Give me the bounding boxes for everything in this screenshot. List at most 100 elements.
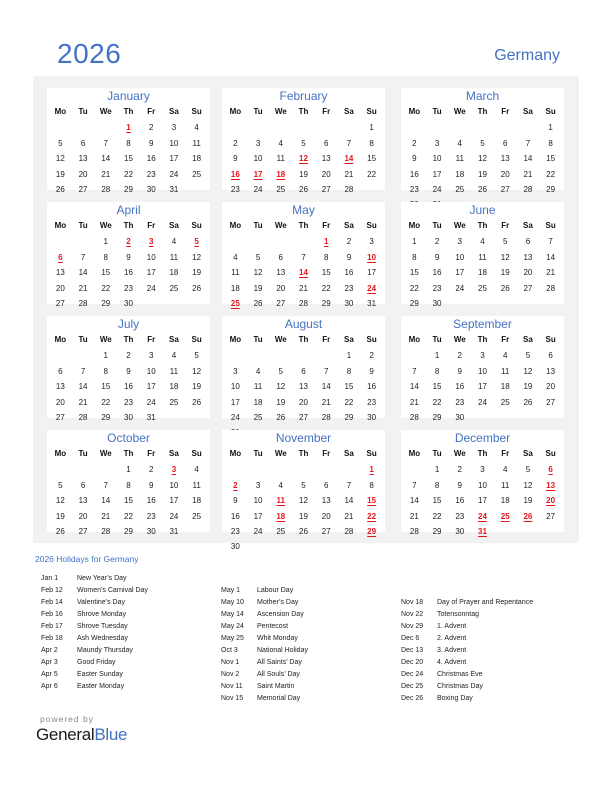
holiday-date: Nov 2 <box>221 671 240 678</box>
day-cell: 30 <box>432 298 442 308</box>
month-grid: Mo Tu We Th Fr Sa Su 1 2 3 4 5 6 7 8 9 10 11 12 13 14 15 16 17 1… <box>403 333 562 425</box>
day-cell: 15 <box>432 382 442 392</box>
day-cell: 20 <box>321 511 331 521</box>
holiday-name: 2. Advent <box>437 635 467 642</box>
holiday-date: Nov 29 <box>401 623 424 630</box>
holiday-row: Apr 5 Easter Sunday <box>41 669 148 681</box>
day-cell: 8 <box>103 252 108 262</box>
holiday-row: Apr 3 Good Friday <box>41 657 148 669</box>
day-cell: 16 <box>146 154 156 164</box>
weekday-header: Tu <box>253 107 263 116</box>
empty-day-cell <box>471 120 494 135</box>
day-cell: 22 <box>101 397 111 407</box>
day-cell: 24 <box>478 397 487 407</box>
weekday-header: Th <box>298 335 309 344</box>
day-cell: 21 <box>344 511 354 521</box>
day-cell: 16 <box>455 496 465 506</box>
weekday-header: Th <box>477 449 488 458</box>
empty-day-cell <box>224 348 247 363</box>
month-title: November <box>275 431 332 445</box>
day-cell: 23 <box>230 184 240 194</box>
day-cell: 9 <box>457 366 462 376</box>
day-cell: 30 <box>455 412 465 422</box>
day-cell: 12 <box>478 154 487 164</box>
weekday-header: Su <box>545 449 556 458</box>
day-cell: 19 <box>299 169 308 179</box>
day-cell: 20 <box>546 382 556 392</box>
day-cell: 13 <box>55 382 65 392</box>
holiday-row: Nov 29 1. Advent <box>401 621 533 633</box>
weekday-header: Tu <box>253 335 263 344</box>
day-cell: 24 <box>432 184 442 194</box>
day-cell: 21 <box>344 169 354 179</box>
day-cell: 28 <box>523 184 533 194</box>
day-cell: 14 <box>101 496 111 506</box>
day-cell: 13 <box>546 366 556 376</box>
holiday-date: Nov 18 <box>401 599 424 606</box>
day-cell: 12 <box>55 154 65 164</box>
day-cell: 14 <box>409 382 419 392</box>
day-cell: 4 <box>502 465 508 475</box>
day-cell: 15 <box>124 496 133 506</box>
holiday-name: 4. Advent <box>437 659 467 666</box>
holiday-date: Nov 22 <box>401 611 424 618</box>
holiday-day-cell: 14 <box>344 154 354 164</box>
day-cell: 18 <box>192 496 202 506</box>
weekday-header: Tu <box>78 449 88 458</box>
holiday-row: Jan 1 New Year’s Day <box>41 573 148 585</box>
holiday-row: May 1 Labour Day <box>221 585 308 597</box>
month-title: September <box>453 317 512 331</box>
weekday-header: Sa <box>523 449 533 458</box>
weekday-header: Sa <box>344 107 354 116</box>
day-cell: 4 <box>171 351 177 361</box>
weekday-header: Sa <box>169 449 179 458</box>
day-cell: 5 <box>502 237 508 247</box>
day-cell: 27 <box>78 184 88 194</box>
month-september: September Mo Tu We Th Fr Sa Su 1 2 3 4 5 6 7 8 9 10 11 12 13… <box>401 316 564 422</box>
day-cell: 16 <box>455 382 465 392</box>
weekday-header: Fr <box>147 221 156 230</box>
month-grid: Mo Tu We Th Fr Sa Su 1 2 3 4 5 6 7 8 9 10 11 12 13 14 15 16 17 1… <box>49 333 208 425</box>
day-cell: 30 <box>146 184 156 194</box>
day-cell: 27 <box>500 184 510 194</box>
day-cell: 22 <box>321 283 331 293</box>
empty-day-cell <box>403 120 426 135</box>
day-cell: 10 <box>478 480 487 490</box>
weekday-header: Sa <box>523 221 533 230</box>
day-cell: 2 <box>233 138 238 148</box>
day-cell: 30 <box>344 298 354 308</box>
day-cell: 9 <box>369 366 374 376</box>
day-cell: 11 <box>169 252 179 262</box>
weekday-header: Mo <box>229 107 242 116</box>
day-cell: 1 <box>369 123 374 133</box>
day-cell: 15 <box>546 154 556 164</box>
holiday-day-cell: 17 <box>253 169 263 179</box>
holiday-list-title: 2026 Holidays for Germany <box>35 554 139 564</box>
day-cell: 18 <box>455 169 465 179</box>
weekday-header: Su <box>191 335 202 344</box>
day-cell: 4 <box>278 138 283 148</box>
weekday-header: Th <box>298 221 309 230</box>
holiday-row: Dec 13 3. Advent <box>401 645 533 657</box>
holiday-date: Apr 3 <box>41 659 58 666</box>
weekday-header: Sa <box>523 335 533 344</box>
month-grid: Mo Tu We Th Fr Sa Su 1 2 3 4 5 6 7 8 9 10 11 12 13 14 15 16 17 1… <box>224 447 383 555</box>
day-cell: 13 <box>78 496 88 506</box>
day-cell: 21 <box>101 511 111 521</box>
day-cell: 11 <box>231 268 240 278</box>
holiday-row: Dec 25 Christmas Day <box>401 681 533 693</box>
weekday-header: Tu <box>78 107 88 116</box>
day-cell: 27 <box>276 298 286 308</box>
day-cell: 8 <box>103 366 108 376</box>
weekday-header: We <box>99 221 112 230</box>
day-cell: 14 <box>344 496 354 506</box>
weekday-header: Sa <box>169 221 179 230</box>
empty-day-cell <box>448 120 471 135</box>
month-april: April Mo Tu We Th Fr Sa Su 1 2 3 4 5 6 7 8 9 10 11 12 13 14 15… <box>47 202 210 308</box>
weekday-header: Mo <box>54 449 67 458</box>
empty-day-cell <box>49 462 72 477</box>
day-cell: 23 <box>409 184 419 194</box>
day-cell: 19 <box>55 511 65 521</box>
empty-day-cell <box>72 462 95 477</box>
day-cell: 11 <box>169 366 179 376</box>
